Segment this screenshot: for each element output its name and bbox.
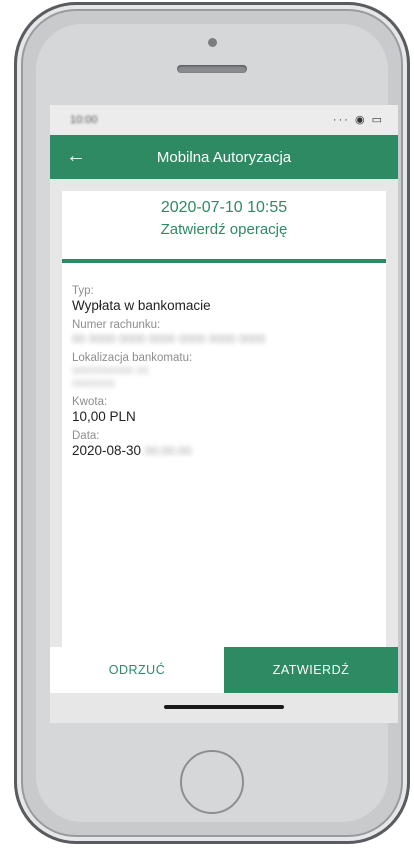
confirm-button[interactable]: ZATWIERDŹ (224, 647, 398, 693)
operation-datetime: 2020-07-10 10:55 (160, 199, 288, 216)
home-button[interactable] (180, 750, 244, 814)
atm-location-value: 0000000000 00 0000000 (72, 365, 376, 390)
operation-subtitle: Zatwierdź operację (160, 221, 288, 238)
home-indicator[interactable] (164, 705, 284, 709)
reject-button[interactable]: ODRZUĆ (50, 647, 224, 693)
operation-details: Typ: Wypłata w bankomacie Numer rachunku… (62, 263, 386, 458)
date-value-row: 2020-08-30 00:00:00 (72, 443, 376, 458)
atm-location-label: Lokalizacja bankomatu: (72, 352, 193, 364)
status-bar: 10:00 ··· ◉ ▭ (50, 105, 398, 135)
account-label: Numer rachunku: (72, 319, 161, 331)
status-time: 10:00 (70, 114, 98, 126)
amount-value: 10,00 PLN (72, 409, 136, 424)
camera-icon (208, 38, 217, 47)
page-title: Mobilna Autoryzacja (156, 149, 292, 166)
card-header: 2020-07-10 10:55 Zatwierdź operację (62, 191, 386, 263)
date-time-value: 00:00:00 (144, 444, 192, 458)
authorization-card: 2020-07-10 10:55 Zatwierdź operację Typ:… (62, 191, 386, 649)
date-label: Data: (72, 430, 100, 442)
app-bar: ← Mobilna Autoryzacja (50, 135, 398, 179)
date-value: 2020-08-30 (72, 443, 142, 458)
type-value: Wypłata w bankomacie (72, 298, 211, 313)
account-value: 00 0000 0000 0000 0000 0000 0000 (72, 332, 266, 346)
speaker-grille (177, 65, 247, 73)
atm-location-line1: 0000000000 00 (72, 365, 149, 377)
action-bar: ODRZUĆ ZATWIERDŹ (50, 647, 398, 693)
screen: 10:00 ··· ◉ ▭ ← Mobilna Autoryzacja 2020… (50, 105, 398, 723)
type-label: Typ: (72, 285, 94, 297)
phone-frame: 10:00 ··· ◉ ▭ ← Mobilna Autoryzacja 2020… (14, 2, 410, 844)
atm-location-line2: 0000000 (72, 378, 115, 390)
status-icons: ··· ◉ ▭ (332, 114, 384, 126)
amount-label: Kwota: (72, 396, 108, 408)
